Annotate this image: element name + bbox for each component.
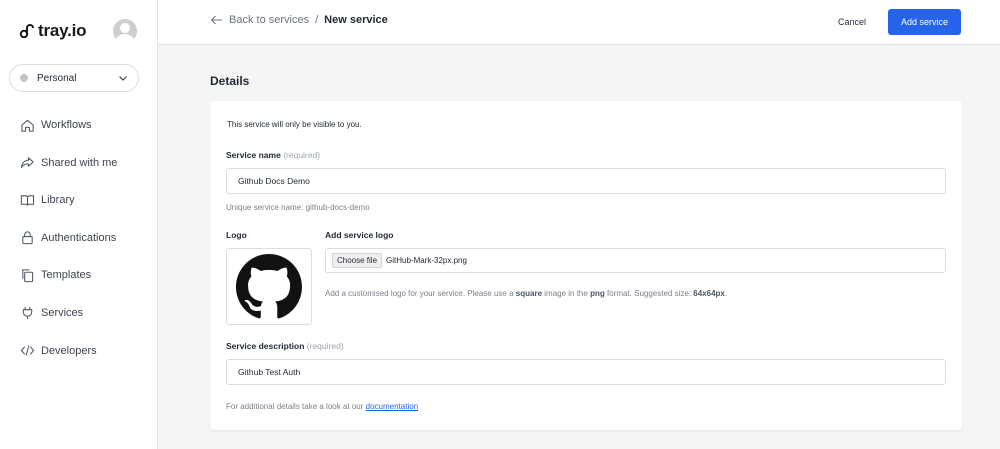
choose-file-button[interactable]: Choose file xyxy=(332,253,383,268)
arrow-left-icon[interactable] xyxy=(210,15,223,25)
sidebar-item-templates[interactable]: Templates xyxy=(20,264,150,286)
brand-logo[interactable]: tray.io xyxy=(19,21,87,41)
unique-name-value: github-docs-demo xyxy=(305,203,370,212)
share-icon xyxy=(20,157,34,169)
github-icon xyxy=(236,253,302,318)
sidebar-item-label: Developers xyxy=(41,344,97,357)
selected-file-name: GitHub-Mark-32px.png xyxy=(386,256,467,265)
visibility-note: This service will only be visible to you… xyxy=(227,120,362,129)
section-title: Details xyxy=(210,74,250,88)
sidebar-item-label: Library xyxy=(41,194,75,207)
logo-file-input[interactable]: Choose file GitHub-Mark-32px.png xyxy=(325,248,946,273)
sidebar-item-library[interactable]: Library xyxy=(20,189,150,211)
avatar[interactable] xyxy=(113,19,137,43)
documentation-note: For additional details take a look at ou… xyxy=(226,402,418,411)
code-icon xyxy=(20,345,35,356)
back-to-services-link[interactable]: Back to services xyxy=(229,14,309,26)
sidebar-item-label: Shared with me xyxy=(41,156,118,169)
page-title: New service xyxy=(324,14,388,26)
chevron-down-icon xyxy=(119,76,127,81)
lock-icon xyxy=(22,231,33,245)
logo-help-text: Add a customised logo for your service. … xyxy=(325,289,727,298)
plug-icon xyxy=(22,307,33,320)
breadcrumb: Back to services / New service xyxy=(210,14,388,26)
home-icon xyxy=(21,119,34,132)
add-service-button[interactable]: Add service xyxy=(888,9,961,35)
user-avatar-icon xyxy=(115,23,135,43)
service-name-value: Github Docs Demo xyxy=(238,176,310,186)
unique-name-prefix: Unique service name: xyxy=(226,203,304,212)
sidebar-item-workflows[interactable]: Workflows xyxy=(20,114,150,136)
service-description-value: Github Test Auth xyxy=(238,367,301,377)
service-description-label: Service description (required) xyxy=(226,341,344,351)
logo-help-png: png xyxy=(590,289,605,298)
logo-help-part: image in the xyxy=(544,289,588,298)
sidebar-item-label: Services xyxy=(41,306,84,319)
copy-icon xyxy=(22,269,34,282)
sidebar: tray.io Personal Workflows Shared with m… xyxy=(0,0,158,449)
sidebar-item-developers[interactable]: Developers xyxy=(20,340,150,362)
service-name-label: Service name (required) xyxy=(226,150,320,160)
details-card: This service will only be visible to you… xyxy=(210,101,962,430)
required-marker: (required) xyxy=(283,150,321,160)
service-name-label-text: Service name xyxy=(226,150,281,160)
logo-preview xyxy=(226,248,312,325)
sidebar-nav: Workflows Shared with me Library Authent… xyxy=(20,114,150,377)
workspace-selector[interactable]: Personal xyxy=(9,64,139,92)
documentation-note-text: For additional details take a look at ou… xyxy=(226,402,364,411)
sidebar-item-label: Authentications xyxy=(41,231,117,244)
breadcrumb-separator: / xyxy=(315,14,319,26)
workspace-label: Personal xyxy=(37,72,77,84)
unique-name-help: Unique service name: github-docs-demo xyxy=(226,203,370,212)
service-description-input[interactable]: Github Test Auth xyxy=(226,359,946,385)
cancel-button[interactable]: Cancel xyxy=(838,13,866,31)
service-name-input[interactable]: Github Docs Demo xyxy=(226,168,946,194)
add-service-logo-label: Add service logo xyxy=(325,230,394,240)
required-marker: (required) xyxy=(306,341,344,351)
sidebar-item-shared-with-me[interactable]: Shared with me xyxy=(20,152,150,174)
sidebar-item-services[interactable]: Services xyxy=(20,302,150,324)
logo-label: Logo xyxy=(226,230,247,240)
tray-logo-icon xyxy=(19,24,34,39)
logo-help-end: . xyxy=(724,289,728,298)
workspace-dot-icon xyxy=(20,74,28,82)
brand-name: tray.io xyxy=(38,21,87,40)
logo-help-part: Add a customised logo for your service. … xyxy=(325,289,514,298)
documentation-link[interactable]: documentation xyxy=(366,402,418,411)
logo-help-square: square xyxy=(515,289,543,298)
book-icon xyxy=(20,194,35,206)
top-header: Back to services / New service Cancel Ad… xyxy=(158,0,1000,45)
sidebar-item-label: Templates xyxy=(41,269,92,282)
sidebar-item-label: Workflows xyxy=(41,119,92,131)
service-description-label-text: Service description xyxy=(226,341,305,351)
sidebar-item-authentications[interactable]: Authentications xyxy=(20,227,150,249)
logo-help-part: format. Suggested size: xyxy=(606,289,692,298)
logo-help-size: 64x64px xyxy=(693,289,725,298)
